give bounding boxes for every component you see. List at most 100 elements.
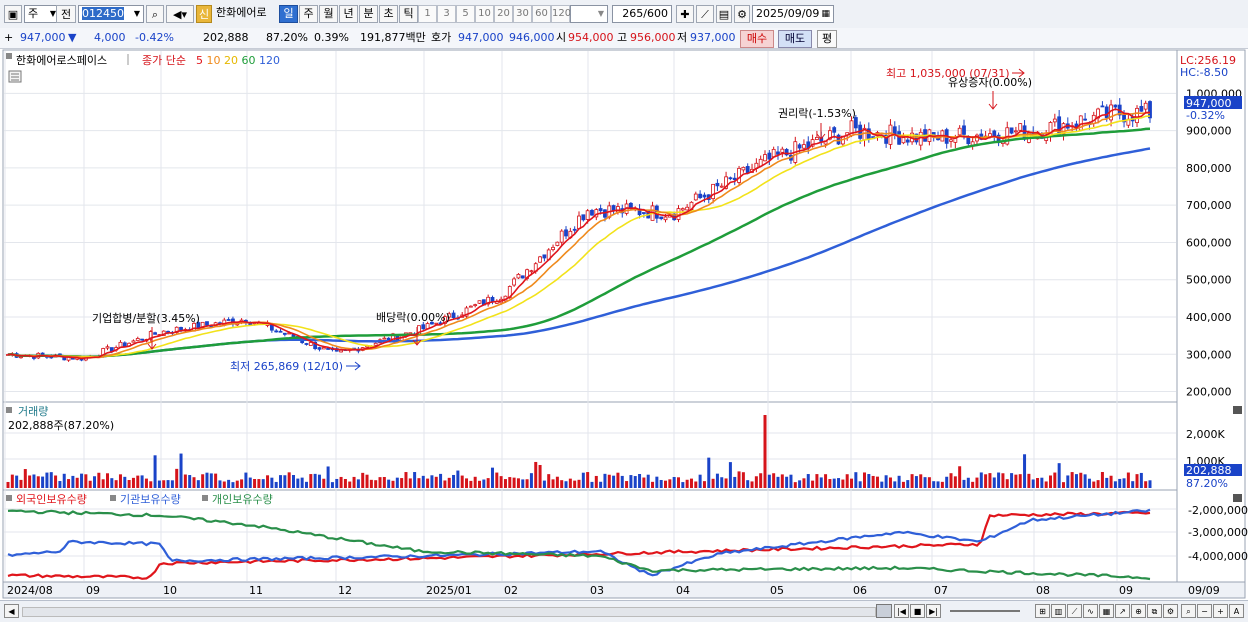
custom-period-select[interactable]: ▼: [570, 5, 608, 23]
eval-button[interactable]: 평: [817, 30, 837, 48]
period-button-120[interactable]: 120: [551, 5, 571, 23]
prev-button[interactable]: 전: [56, 5, 76, 23]
candle-body: [317, 347, 322, 350]
save-icon[interactable]: ▤: [716, 5, 732, 23]
search-icon[interactable]: ⌕: [146, 5, 164, 23]
trendline-icon[interactable]: ⟋: [696, 5, 714, 23]
candle-body: [135, 338, 140, 341]
candle-body: [732, 177, 737, 181]
count-value: 265: [622, 7, 644, 20]
volume-bar: [1074, 474, 1078, 488]
volume-bar: [287, 472, 291, 488]
volume-bar: [594, 475, 598, 488]
trend-icon[interactable]: ↗: [1115, 604, 1130, 618]
date-input[interactable]: 2025/09/09 ▦: [752, 5, 834, 23]
candle-body: [153, 332, 157, 335]
volume-bar: [824, 474, 828, 488]
pattern-icon[interactable]: ⊞: [1035, 604, 1050, 618]
volume-bar: [469, 480, 473, 488]
tab-timeframe-5[interactable]: 초: [379, 5, 398, 23]
volume-bar: [958, 466, 962, 488]
volume-bar: [767, 474, 771, 488]
layout-icon[interactable]: ▣: [4, 5, 22, 23]
zoom-slider[interactable]: [950, 610, 1020, 612]
volume-bar: [123, 476, 127, 488]
volume-bar: [819, 477, 823, 488]
holding-legend-0: 외국인보유수량: [16, 493, 87, 506]
volume-bar: [71, 475, 75, 488]
search-icon[interactable]: ⌕: [1181, 604, 1196, 618]
settings-icon[interactable]: ⚙: [1163, 604, 1178, 618]
volume-bar: [863, 472, 866, 488]
volume-ratio: 87.20%: [266, 31, 308, 44]
volume-tick-0: 2,000K: [1186, 428, 1225, 441]
candle-body: [905, 139, 910, 143]
period-button-1[interactable]: 1: [418, 5, 437, 23]
period-button-20[interactable]: 20: [494, 5, 513, 23]
candle-body: [468, 305, 473, 308]
copy-icon[interactable]: ⧉: [1147, 604, 1162, 618]
quote-bar: + 947,000 ▼ 4,000 -0.42% 202,888 87.20% …: [0, 28, 1248, 49]
volume-bar: [806, 474, 810, 488]
code-value: 012450: [82, 7, 124, 20]
scroll-last-icon[interactable]: ▶|: [926, 604, 941, 618]
volume-bar: [616, 472, 620, 488]
holding-panel-close-icon[interactable]: [1233, 494, 1242, 502]
rights-annotation: 권리락(-1.53%): [778, 107, 856, 120]
scroll-first-icon[interactable]: |◀: [894, 604, 909, 618]
tab-timeframe-3[interactable]: 년: [339, 5, 358, 23]
tab-timeframe-4[interactable]: 분: [359, 5, 378, 23]
candle-body: [771, 148, 776, 158]
scroll-thumb[interactable]: [876, 604, 892, 618]
text-size-icon[interactable]: A: [1229, 604, 1244, 618]
crosshair-icon[interactable]: ✚: [676, 5, 694, 23]
sell-button[interactable]: 매도: [778, 30, 812, 48]
volume-bar: [1126, 472, 1130, 488]
volume-bar: [880, 481, 884, 488]
plus-box-icon[interactable]: ⊕: [1131, 604, 1146, 618]
speaker-icon[interactable]: ◀▾: [166, 5, 194, 23]
candle-body: [892, 126, 897, 135]
gear-icon[interactable]: ⚙: [734, 5, 750, 23]
volume-panel-close-icon[interactable]: [1233, 406, 1242, 414]
volume-bar: [387, 479, 391, 488]
volume-bar: [214, 473, 218, 488]
volume-bar: [1010, 473, 1014, 488]
buy-button[interactable]: 매수: [740, 30, 774, 48]
period-button-3[interactable]: 3: [437, 5, 456, 23]
scroll-track[interactable]: [22, 607, 876, 617]
volume-bar: [720, 477, 724, 488]
candle-body: [278, 330, 283, 333]
grid-icon[interactable]: ▦: [1099, 604, 1114, 618]
line-icon[interactable]: ⟋: [1067, 604, 1082, 618]
volume-bar: [149, 481, 153, 488]
holding-legend-1: 기관보유수량: [120, 493, 181, 506]
zoom-out-icon[interactable]: −: [1197, 604, 1212, 618]
tab-timeframe-2[interactable]: 월: [319, 5, 338, 23]
tab-timeframe-0[interactable]: 일: [279, 5, 298, 23]
bar-icon[interactable]: ▥: [1051, 604, 1066, 618]
code-input[interactable]: 012450 ▼: [78, 5, 144, 23]
tab-timeframe-6[interactable]: 틱: [399, 5, 418, 23]
wave-icon[interactable]: ∿: [1083, 604, 1098, 618]
tab-timeframe-1[interactable]: 주: [299, 5, 318, 23]
scroll-left-icon[interactable]: ◀: [4, 604, 19, 618]
stock-chart[interactable]: 한화에어로스페이스 종가 단순 5 10 20 60 120 최고 1,035,…: [0, 49, 1248, 609]
price-tick: 600,000: [1186, 236, 1232, 249]
period-button-10[interactable]: 10: [475, 5, 494, 23]
period-button-30[interactable]: 30: [513, 5, 532, 23]
expand-icon[interactable]: +: [4, 30, 13, 46]
count-input[interactable]: 265/600: [612, 5, 672, 23]
period-select[interactable]: 주 ▼: [24, 5, 60, 23]
holding-legend-marker-icon: [6, 495, 12, 501]
volume-bar: [741, 472, 745, 488]
volume-bar: [906, 480, 910, 488]
zoom-in-icon[interactable]: +: [1213, 604, 1228, 618]
volume-bar: [62, 473, 66, 488]
stop-icon[interactable]: ■: [910, 604, 925, 618]
volume-bar: [335, 478, 339, 488]
period-button-5[interactable]: 5: [456, 5, 475, 23]
candle-body: [1135, 107, 1139, 124]
period-button-60[interactable]: 60: [532, 5, 551, 23]
candle-body: [1100, 105, 1105, 108]
